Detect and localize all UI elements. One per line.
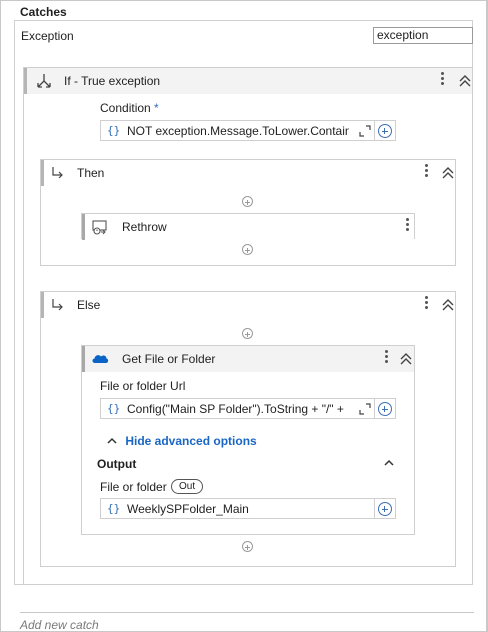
else-more-menu-icon[interactable]: [421, 294, 431, 309]
output-label: Output: [97, 457, 137, 471]
expand-editor-icon[interactable]: [359, 125, 371, 137]
hide-advanced-label: Hide advanced options: [125, 434, 257, 448]
expression-braces-icon: {}: [107, 502, 121, 515]
branch-arrow-icon: [52, 167, 63, 179]
condition-field[interactable]: {} NOT exception.Message.ToLower.Contain…: [100, 120, 396, 141]
add-new-catch-link[interactable]: Add new catch: [20, 618, 99, 632]
add-activity-then-top[interactable]: [242, 196, 253, 207]
chevron-up-icon: [107, 437, 117, 444]
get-file-more-menu-icon[interactable]: [381, 348, 391, 363]
get-file-header[interactable]: Get File or Folder: [82, 346, 414, 372]
add-activity-else-top[interactable]: [242, 328, 253, 339]
out-direction-badge: Out: [171, 479, 204, 494]
expand-editor-icon[interactable]: [359, 403, 371, 415]
exception-input[interactable]: exception: [373, 27, 473, 44]
rethrow-more-menu-icon[interactable]: [402, 216, 412, 231]
section-title: Catches: [20, 5, 67, 19]
add-argument-icon[interactable]: [378, 124, 392, 138]
add-activity-then-bottom[interactable]: [242, 244, 253, 255]
expression-braces-icon: {}: [107, 124, 121, 137]
add-activity-else-bottom[interactable]: [242, 541, 253, 552]
divider: [20, 612, 474, 613]
if-activity-header[interactable]: If - True exception: [24, 68, 472, 94]
onedrive-icon: [92, 355, 109, 363]
if-more-menu-icon[interactable]: [437, 70, 447, 85]
if-activity-title: If - True exception: [64, 74, 161, 88]
expression-braces-icon: {}: [107, 402, 121, 415]
then-branch-header[interactable]: Then: [41, 160, 455, 186]
required-marker: *: [154, 101, 159, 115]
hide-advanced-toggle[interactable]: Hide advanced options: [106, 434, 257, 448]
rethrow-header[interactable]: Rethrow: [82, 214, 414, 240]
get-file-collapse-icon[interactable]: [399, 352, 413, 366]
url-value: Config("Main SP Folder").ToString + "/" …: [127, 402, 344, 416]
file-or-folder-label: File or folder: [100, 480, 167, 494]
rethrow-activity-card[interactable]: Rethrow: [81, 213, 415, 240]
rethrow-icon: [92, 220, 107, 235]
add-argument-icon[interactable]: [378, 502, 392, 516]
then-title: Then: [77, 166, 105, 180]
else-collapse-icon[interactable]: [441, 298, 455, 312]
add-argument-icon[interactable]: [378, 402, 392, 416]
branch-arrow-icon: [52, 299, 63, 311]
then-collapse-icon[interactable]: [441, 166, 455, 180]
file-or-folder-field[interactable]: {} WeeklySPFolder_Main: [100, 498, 396, 519]
get-file-title: Get File or Folder: [122, 352, 216, 366]
exception-label: Exception: [21, 29, 74, 43]
rethrow-title: Rethrow: [122, 220, 167, 234]
output-collapse-icon[interactable]: [383, 458, 395, 468]
condition-value: NOT exception.Message.ToLower.Contains: [127, 124, 349, 138]
file-or-folder-value: WeeklySPFolder_Main: [127, 502, 249, 516]
else-branch-header[interactable]: Else: [41, 292, 455, 318]
then-more-menu-icon[interactable]: [421, 162, 431, 177]
if-branch-icon: [37, 74, 51, 88]
url-label: File or folder Url: [100, 379, 186, 393]
if-collapse-icon[interactable]: [458, 74, 472, 88]
else-title: Else: [77, 298, 101, 312]
url-field[interactable]: {} Config("Main SP Folder").ToString + "…: [100, 398, 396, 419]
condition-label: Condition *: [100, 101, 159, 115]
